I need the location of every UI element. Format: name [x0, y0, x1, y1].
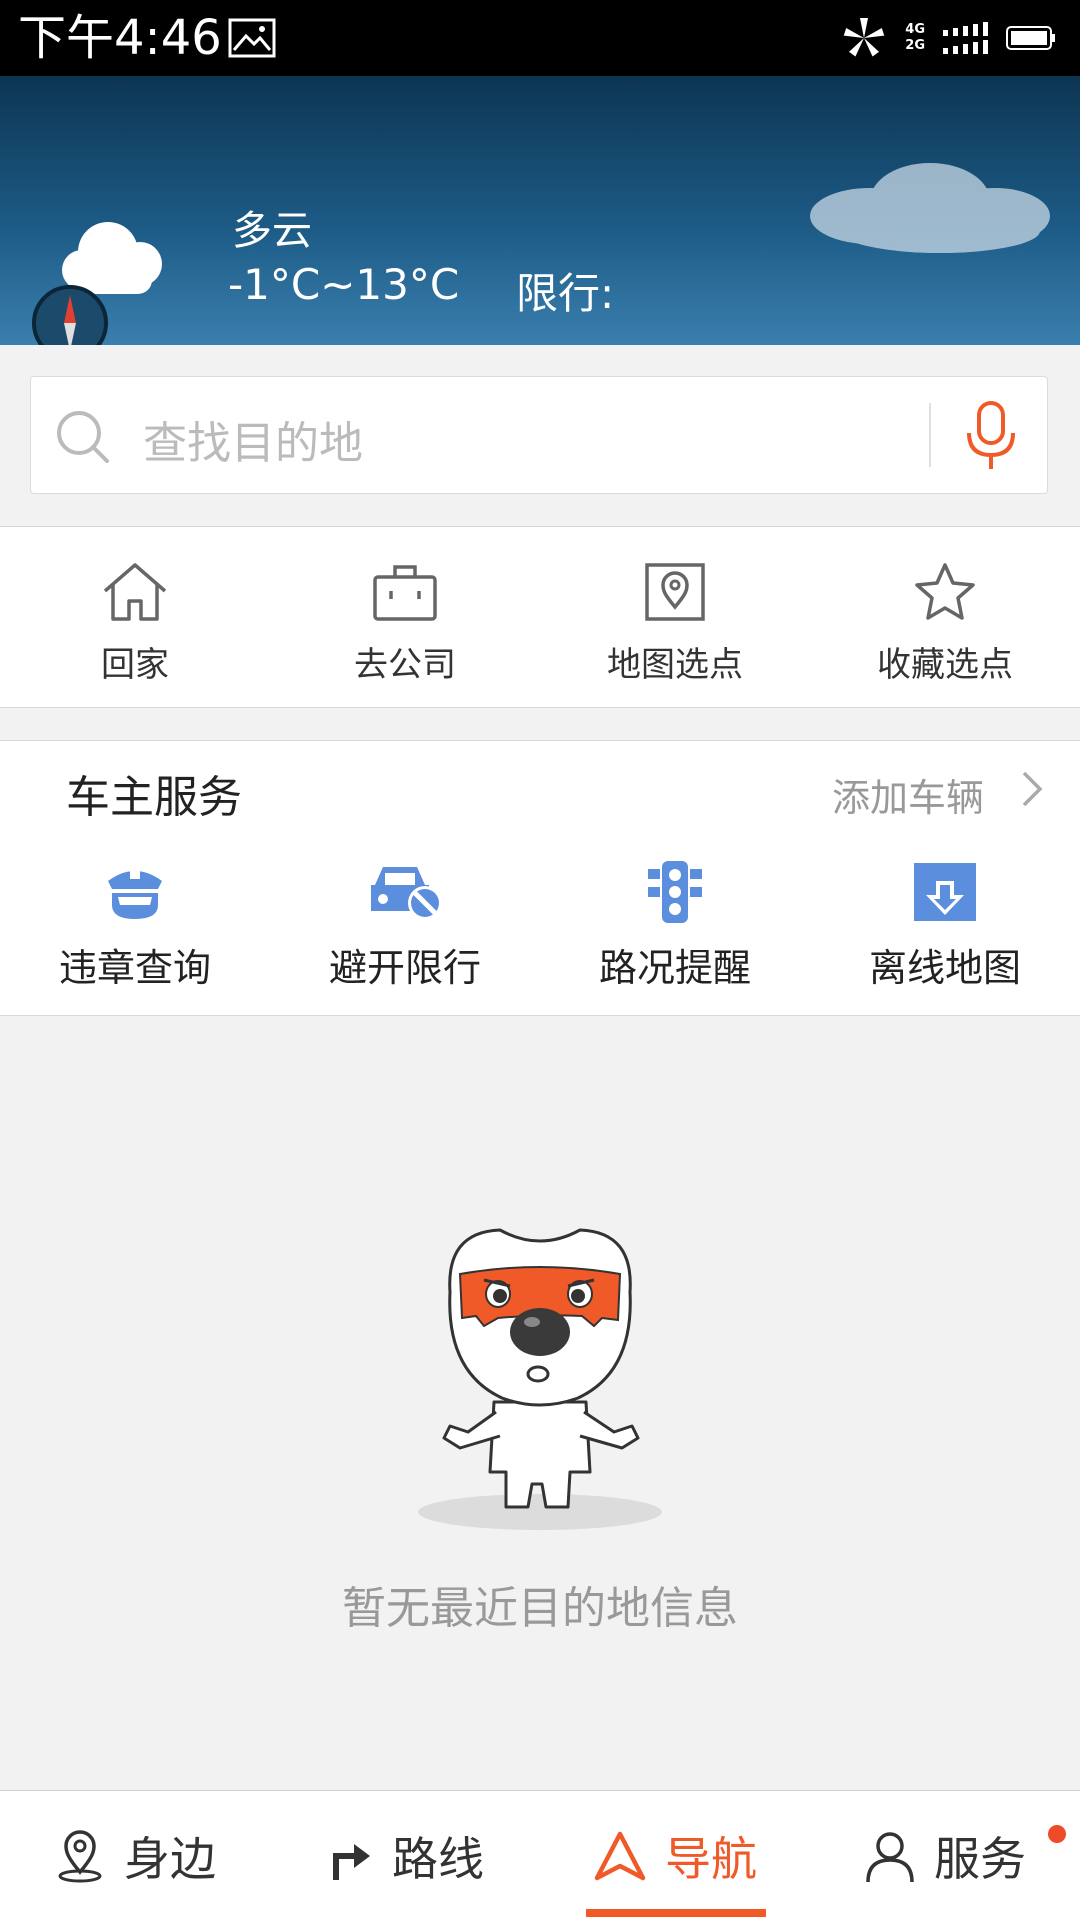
chevron-right-icon[interactable]: [1020, 769, 1046, 809]
quick-action-company[interactable]: 去公司: [270, 527, 540, 707]
nav-tab-service[interactable]: 服务: [810, 1791, 1080, 1921]
nav-label: 服务: [934, 1832, 1026, 1886]
weather-banner[interactable]: 多云 -1°C~13°C 限行:: [0, 76, 1080, 345]
status-bar: 下午4:46 4G 2G: [0, 0, 1080, 76]
network-type-top: 4G: [905, 22, 925, 37]
home-icon: [103, 563, 167, 621]
briefcase-icon: [373, 565, 437, 621]
image-notification-icon: [228, 18, 276, 58]
quick-action-label: 去公司: [354, 645, 456, 685]
empty-state-message: 暂无最近目的地信息: [342, 1583, 738, 1634]
search-placeholder: 查找目的地: [143, 418, 363, 469]
owner-services-row: 违章查询 避开限行 路况提醒 离线地图: [0, 835, 1080, 1016]
traffic-restriction: 限行:: [516, 269, 615, 318]
offline-map-download-icon: [914, 863, 976, 921]
microphone-icon[interactable]: [961, 399, 1021, 473]
bottom-navigation: 身边 路线 导航 服务: [0, 1790, 1080, 1921]
traffic-light-icon: [648, 861, 702, 923]
add-vehicle-link[interactable]: 添加车辆: [832, 767, 984, 822]
quick-action-label: 收藏选点: [877, 645, 1013, 685]
service-label: 离线地图: [868, 946, 1021, 990]
navigation-arrow-icon: [594, 1831, 646, 1881]
quick-action-home[interactable]: 回家: [0, 527, 270, 707]
police-cap-icon: [108, 871, 162, 919]
quick-action-label: 回家: [101, 645, 169, 685]
quick-actions: 回家 去公司 地图选点 收藏选点: [0, 526, 1080, 708]
status-indicators: 4G 2G: [841, 14, 1056, 62]
nav-label: 路线: [392, 1832, 484, 1886]
signal-bars-icon: [943, 22, 988, 54]
status-time: 下午4:46: [18, 10, 222, 66]
owner-services-title: 车主服务: [66, 772, 242, 823]
nav-tab-navigation[interactable]: 导航: [540, 1791, 810, 1921]
pinwheel-icon: [844, 18, 885, 57]
car-restriction-icon: [371, 867, 442, 920]
sky-cloud-decoration: [810, 163, 1050, 253]
search-icon: [57, 411, 109, 463]
owner-services-header: 车主服务 添加车辆: [0, 740, 1080, 836]
star-icon: [915, 563, 975, 620]
map-pin-icon: [645, 563, 705, 621]
network-type: 4G 2G: [905, 22, 925, 54]
service-label: 路况提醒: [598, 946, 751, 990]
service-label: 避开限行: [328, 946, 481, 990]
search-input[interactable]: 查找目的地: [30, 376, 1048, 494]
network-type-bottom: 2G: [905, 38, 925, 53]
user-service-icon: [866, 1832, 914, 1883]
empty-state-mascot-illustration: [418, 1228, 662, 1530]
service-traffic-alert[interactable]: 路况提醒: [540, 835, 810, 1015]
service-violation-query[interactable]: 违章查询: [0, 835, 270, 1015]
quick-action-favorites[interactable]: 收藏选点: [810, 527, 1080, 707]
service-label: 违章查询: [58, 946, 211, 990]
nav-label: 导航: [665, 1832, 757, 1886]
battery-icon: [1006, 26, 1055, 50]
active-tab-indicator: [586, 1909, 766, 1917]
nav-tab-nearby[interactable]: 身边: [0, 1791, 270, 1921]
weather-condition: 多云: [232, 208, 312, 254]
route-turn-icon: [333, 1844, 370, 1880]
quick-action-map-pick[interactable]: 地图选点: [540, 527, 810, 707]
service-offline-map[interactable]: 离线地图: [810, 835, 1080, 1015]
quick-action-label: 地图选点: [607, 645, 743, 685]
search-divider: [929, 403, 931, 467]
nav-tab-route[interactable]: 路线: [270, 1791, 540, 1921]
nav-label: 身边: [124, 1832, 216, 1886]
weather-temperature: -1°C~13°C: [228, 260, 460, 309]
service-avoid-restriction[interactable]: 避开限行: [270, 835, 540, 1015]
compass-icon[interactable]: [28, 281, 112, 345]
notification-badge: [1048, 1825, 1066, 1843]
location-pin-icon: [58, 1830, 102, 1883]
